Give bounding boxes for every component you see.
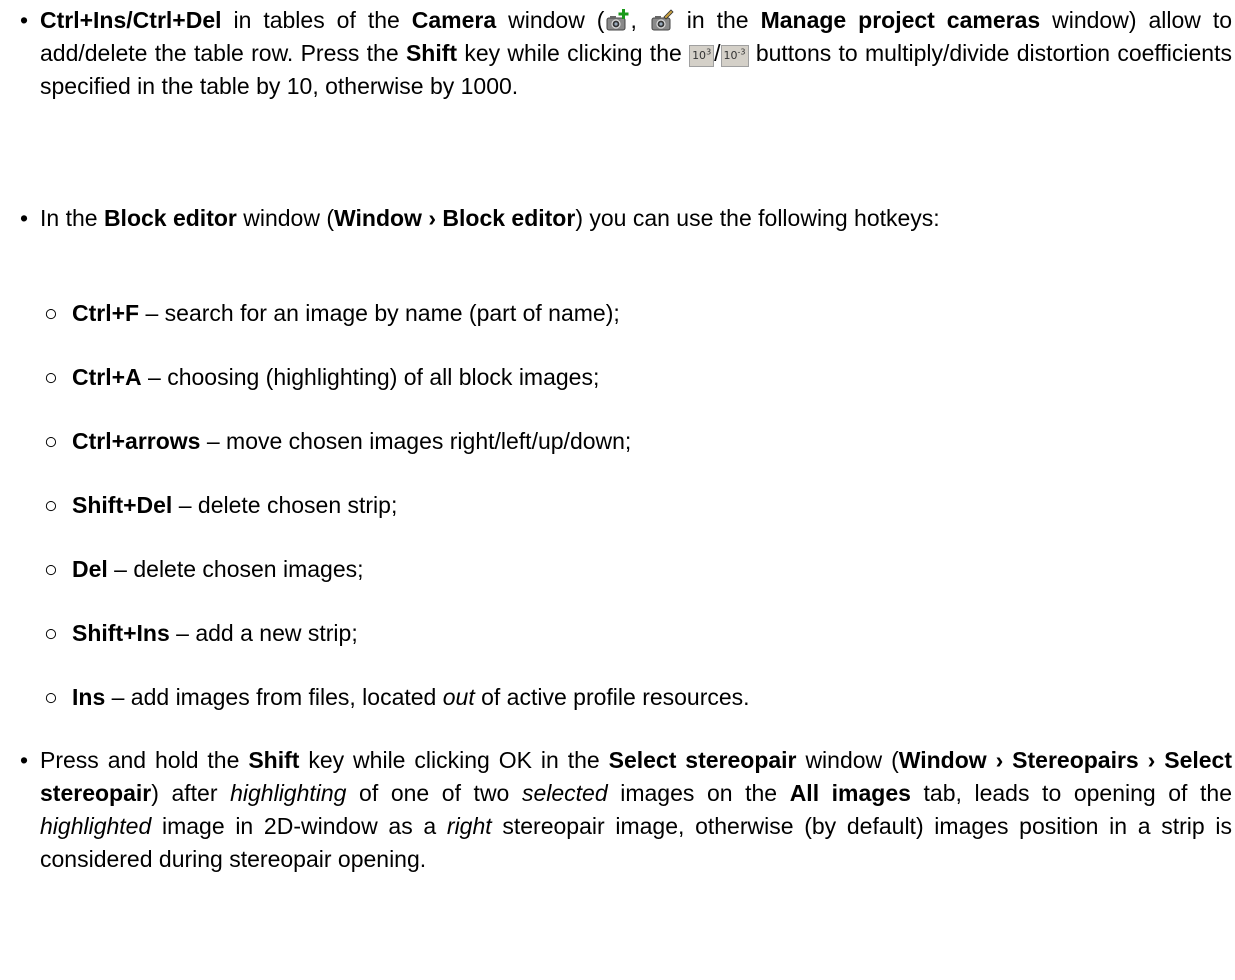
hotkey-item: ○ Del – delete chosen images; xyxy=(44,553,1224,586)
hotkey-item: ○ Shift+Ins – add a new strip; xyxy=(44,617,1224,650)
hotkey-description: – move chosen images right/left/up/down; xyxy=(200,428,632,454)
bullet-marker: • xyxy=(20,7,29,33)
bullet-select-stereopair: • Press and hold the Shift key while cli… xyxy=(20,744,1232,876)
emphasis: out xyxy=(442,684,475,710)
hotkey: Shift+Ins xyxy=(72,620,170,646)
circle-marker: ○ xyxy=(44,556,58,582)
camera-edit-icon xyxy=(651,9,674,31)
emphasis: right xyxy=(446,813,492,839)
text: Press and hold the xyxy=(40,747,249,773)
bullet-text: Ctrl+Ins/Ctrl+Del in tables of the Camer… xyxy=(40,4,1232,103)
hotkey: Shift xyxy=(248,747,300,773)
bullet-marker: • xyxy=(20,205,29,231)
circle-marker: ○ xyxy=(44,684,58,710)
emphasis: selected xyxy=(521,780,608,806)
bullet-block-editor: • In the Block editor window (Window › B… xyxy=(20,202,1232,235)
text: of one of two xyxy=(346,780,522,806)
text: images on the xyxy=(607,780,790,806)
text: In the xyxy=(40,205,104,231)
hotkey-item: ○ Ctrl+F – search for an image by name (p… xyxy=(44,297,1224,330)
circle-marker: ○ xyxy=(44,492,58,518)
hotkey: Ctrl+Del xyxy=(132,7,222,33)
hotkey-item: ○ Ins – add images from files, located ou… xyxy=(44,681,1224,714)
text: window ( xyxy=(496,7,605,33)
circle-marker: ○ xyxy=(44,364,58,390)
circle-marker: ○ xyxy=(44,300,58,326)
hotkey-description: of active profile resources. xyxy=(474,684,750,710)
text: window ( xyxy=(796,747,899,773)
text: ) after xyxy=(151,780,231,806)
text: image in 2D-window as a xyxy=(151,813,447,839)
hotkey-description: – delete chosen strip; xyxy=(172,492,398,518)
button-base: 10 xyxy=(692,49,707,62)
hotkey: Shift+Del xyxy=(72,492,173,518)
hotkey-description: – search for an image by name (part of n… xyxy=(139,300,620,326)
text: ) you can use the following hotkeys: xyxy=(575,205,940,231)
button-exponent: -3 xyxy=(737,47,746,57)
circle-marker: ○ xyxy=(44,620,58,646)
hotkey-item: ○ Ctrl+arrows – move chosen images right/… xyxy=(44,425,1224,458)
hotkey-description: – add a new strip; xyxy=(169,620,358,646)
text: window ( xyxy=(236,205,335,231)
hotkey-item: ○ Ctrl+A – choosing (highlighting) of all… xyxy=(44,361,1224,394)
hotkey: Ctrl+F xyxy=(72,300,140,326)
window-name: Manage project cameras xyxy=(760,7,1041,33)
hotkey: Ctrl+A xyxy=(72,364,142,390)
button-base: 10 xyxy=(723,49,738,62)
divide-coefficients-button: 10-3 xyxy=(720,45,749,67)
button-exponent: 3 xyxy=(706,47,712,57)
multiply-coefficients-button: 103 xyxy=(689,45,715,67)
hotkey: Del xyxy=(72,556,108,582)
hotkey: Shift xyxy=(405,40,458,66)
circle-marker: ○ xyxy=(44,428,58,454)
hotkey: Ctrl+arrows xyxy=(72,428,201,454)
window-name: Camera xyxy=(411,7,497,33)
window-name: Block editor xyxy=(103,205,237,231)
hotkey-description: – delete chosen images; xyxy=(107,556,364,582)
hotkey-description: – add images from files, located xyxy=(105,684,443,710)
document-page: • Ctrl+Ins/Ctrl+Del in tables of the Cam… xyxy=(0,0,1235,980)
emphasis: highlighted xyxy=(40,813,152,839)
hotkey-description: – choosing (highlighting) of all block i… xyxy=(141,364,600,390)
text: key while clicking the xyxy=(457,40,690,66)
emphasis: highlighting xyxy=(230,780,347,806)
text: tab, leads to opening of the xyxy=(910,780,1233,806)
bullet-text: In the Block editor window (Window › Blo… xyxy=(40,202,1232,235)
menu-path: Window › Block editor xyxy=(334,205,576,231)
text: , xyxy=(630,7,649,33)
hotkey: Ctrl+Ins xyxy=(40,7,127,33)
window-name: Select stereopair xyxy=(608,747,797,773)
hotkey-item: ○ Shift+Del – delete chosen strip; xyxy=(44,489,1224,522)
tab-name: All images xyxy=(789,780,911,806)
text: in the xyxy=(674,7,761,33)
text: in tables of the xyxy=(221,7,412,33)
hotkey: Ins xyxy=(72,684,106,710)
bullet-camera-tables: • Ctrl+Ins/Ctrl+Del in tables of the Cam… xyxy=(20,4,1232,103)
camera-add-icon xyxy=(606,9,629,31)
bullet-marker: • xyxy=(20,747,29,773)
text: key while clicking OK in the xyxy=(299,747,609,773)
bullet-text: Press and hold the Shift key while click… xyxy=(40,744,1232,876)
